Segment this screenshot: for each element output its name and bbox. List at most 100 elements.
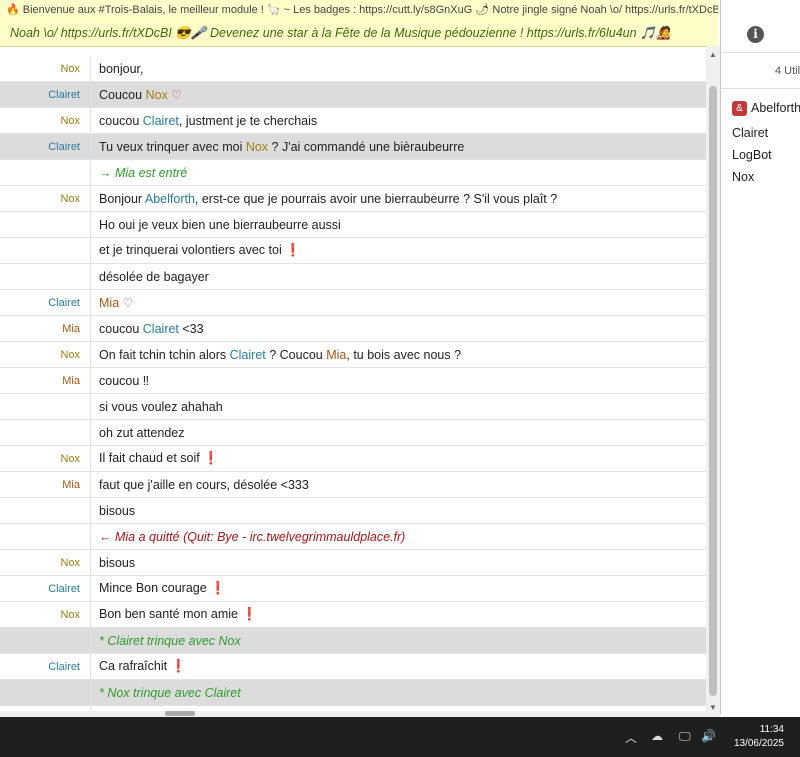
nick-mention[interactable]: Abelforth [145, 192, 195, 206]
message-fragment: , tu bois avec nous ? [346, 347, 462, 362]
system-clock[interactable]: 11:34 13/06/2025 [734, 723, 784, 751]
message-fragment: ← Mia a quitté (Quit: Bye - irc.twelvegr… [99, 529, 406, 544]
message-fragment: On fait tchin tchin alors [99, 347, 230, 362]
heart-icon: ♡ [119, 295, 134, 310]
message-nick[interactable]: Mia [0, 375, 90, 387]
message-text: oh zut attendez [91, 426, 184, 440]
user-list-panel: i 4 Util & Abelforth Clairet LogBot Nox [721, 0, 800, 714]
message-fragment: bonjour, [99, 61, 144, 76]
message-nick[interactable]: Clairet [0, 661, 90, 673]
message-list: Nox bonjour, Clairet Coucou Nox ♡ Nox coucou … [0, 56, 706, 732]
volume-icon[interactable]: 🔊 [701, 729, 716, 743]
message-nick[interactable]: Mia [0, 479, 90, 491]
user-item-logbot[interactable]: LogBot [732, 148, 772, 162]
topic-line-1: 🔥 Bienvenue aux #Trois-Balais, le meille… [6, 4, 718, 16]
nick-mention[interactable]: Clairet [230, 348, 266, 362]
message-row: Mia faut que j'aille en cours, désolée <3… [0, 472, 706, 498]
message-fragment: si vous voulez ahahah [99, 399, 223, 414]
users-count: 4 Util [775, 65, 800, 77]
horizontal-scrollbar-thumb[interactable] [165, 711, 195, 716]
message-text: Ho oui je veux bien une bierraubeurre au… [91, 218, 341, 232]
message-row: * Nox trinque avec Clairet [0, 680, 706, 706]
message-row: Mia coucou ‼ [0, 368, 706, 394]
message-nick[interactable]: Nox [0, 115, 90, 127]
user-item-nox[interactable]: Nox [732, 170, 754, 184]
message-nick[interactable]: Nox [0, 63, 90, 75]
message-text: désolée de bagayer [91, 270, 209, 284]
chat-scrollbar[interactable]: ▲ ▼ [706, 46, 720, 714]
message-nick[interactable]: Clairet [0, 89, 90, 101]
message-nick[interactable]: Nox [0, 349, 90, 361]
message-nick[interactable]: Nox [0, 193, 90, 205]
user-item-abelforth[interactable]: & Abelforth [732, 101, 800, 117]
message-fragment: oh zut attendez [99, 425, 185, 440]
nick-mention[interactable]: Nox [146, 88, 168, 102]
message-text: Mia ♡ [91, 296, 133, 310]
message-row: Nox Bon ben santé mon amie ❗ [0, 602, 706, 628]
message-nick[interactable]: Nox [0, 453, 90, 465]
message-fragment: Ho oui je veux bien une bierraubeurre au… [99, 217, 341, 232]
message-text: Bonjour Abelforth, erst-ce que je pourra… [91, 192, 557, 206]
message-text: bisous [91, 556, 135, 570]
clock-date: 13/06/2025 [733, 738, 784, 749]
message-nick[interactable]: Clairet [0, 583, 90, 595]
message-row: bisous [0, 498, 706, 524]
message-row: Clairet Mince Bon courage ❗ [0, 576, 706, 602]
message-row: désolée de bagayer [0, 264, 706, 290]
message-text: Bon ben santé mon amie ❗ [91, 607, 257, 622]
message-fragment: * Clairet trinque avec Nox [99, 633, 241, 648]
nick-mention[interactable]: Mia [326, 348, 346, 362]
nick-mention[interactable]: Mia [99, 296, 119, 310]
message-text: coucou Clairet <33 [91, 322, 204, 336]
operator-badge-icon: & [732, 101, 747, 117]
taskbar: ︿ ☁ 🖵 🔊 11:34 13/06/2025 [0, 717, 800, 757]
user-item-clairet[interactable]: Clairet [732, 126, 768, 140]
message-nick[interactable]: Nox [0, 609, 90, 621]
message-fragment: désolée de bagayer [99, 269, 209, 284]
message-text: * Clairet trinque avec Nox [91, 634, 241, 648]
message-text: → Mia est entré [91, 166, 187, 180]
message-text: Tu veux trinquer avec moi Nox ? J'ai com… [91, 140, 464, 154]
message-fragment: bisous [99, 555, 136, 570]
info-icon[interactable]: i [747, 26, 764, 43]
nick-mention[interactable]: Nox [246, 140, 268, 154]
message-fragment: , justment je te cherchais [178, 113, 318, 128]
message-nick[interactable]: Mia [0, 323, 90, 335]
message-fragment: Bonjour [99, 191, 145, 206]
cloud-icon[interactable]: ☁ [651, 729, 663, 743]
message-text: Mince Bon courage ❗ [91, 581, 226, 596]
topic-line-2: Noah \o/ https://urls.fr/tXDcBI 😎🎤 Deven… [10, 26, 672, 40]
network-icon[interactable]: 🖵 [679, 729, 691, 744]
message-fragment: ? J'ai commandé une bièraubeurre [268, 139, 465, 154]
message-text: si vous voulez ahahah [91, 400, 223, 414]
message-row: Nox Bonjour Abelforth, erst-ce que je pou… [0, 186, 706, 212]
message-row: Nox bisous [0, 550, 706, 576]
message-fragment: Ca rafraîchit ❗ [99, 659, 187, 673]
nick-mention[interactable]: Clairet [143, 114, 179, 128]
message-fragment: * Nox trinque avec Clairet [99, 685, 241, 700]
scrollbar-thumb[interactable] [709, 86, 717, 696]
message-text: faut que j'aille en cours, désolée <333 [91, 478, 309, 492]
message-fragment: et je trinquerai volontiers avec toi ❗ [99, 243, 301, 257]
message-nick[interactable]: Clairet [0, 141, 90, 153]
chevron-up-icon[interactable]: ︿ [625, 729, 637, 746]
user-name: Nox [732, 170, 755, 184]
nick-mention[interactable]: Clairet [143, 322, 179, 336]
message-row: Nox On fait tchin tchin alors Clairet ? C… [0, 342, 706, 368]
message-text: * Nox trinque avec Clairet [91, 686, 241, 700]
message-fragment: Tu veux trinquer avec moi [99, 139, 246, 154]
message-row: si vous voulez ahahah [0, 394, 706, 420]
message-row: Clairet Coucou Nox ♡ [0, 82, 706, 108]
scroll-up-arrow-icon[interactable]: ▲ [709, 50, 717, 59]
message-fragment: faut que j'aille en cours, désolée <333 [99, 477, 309, 492]
sidebar-divider [721, 88, 800, 89]
message-fragment: → Mia est entré [99, 165, 188, 180]
message-fragment: coucou [99, 113, 143, 128]
message-fragment: bisous [99, 503, 136, 518]
message-row: oh zut attendez [0, 420, 706, 446]
message-fragment: Il fait chaud et soif ❗ [99, 451, 219, 465]
message-nick[interactable]: Clairet [0, 297, 90, 309]
message-nick[interactable]: Nox [0, 557, 90, 569]
user-name: LogBot [732, 148, 772, 162]
heart-icon: ♡ [167, 87, 182, 102]
